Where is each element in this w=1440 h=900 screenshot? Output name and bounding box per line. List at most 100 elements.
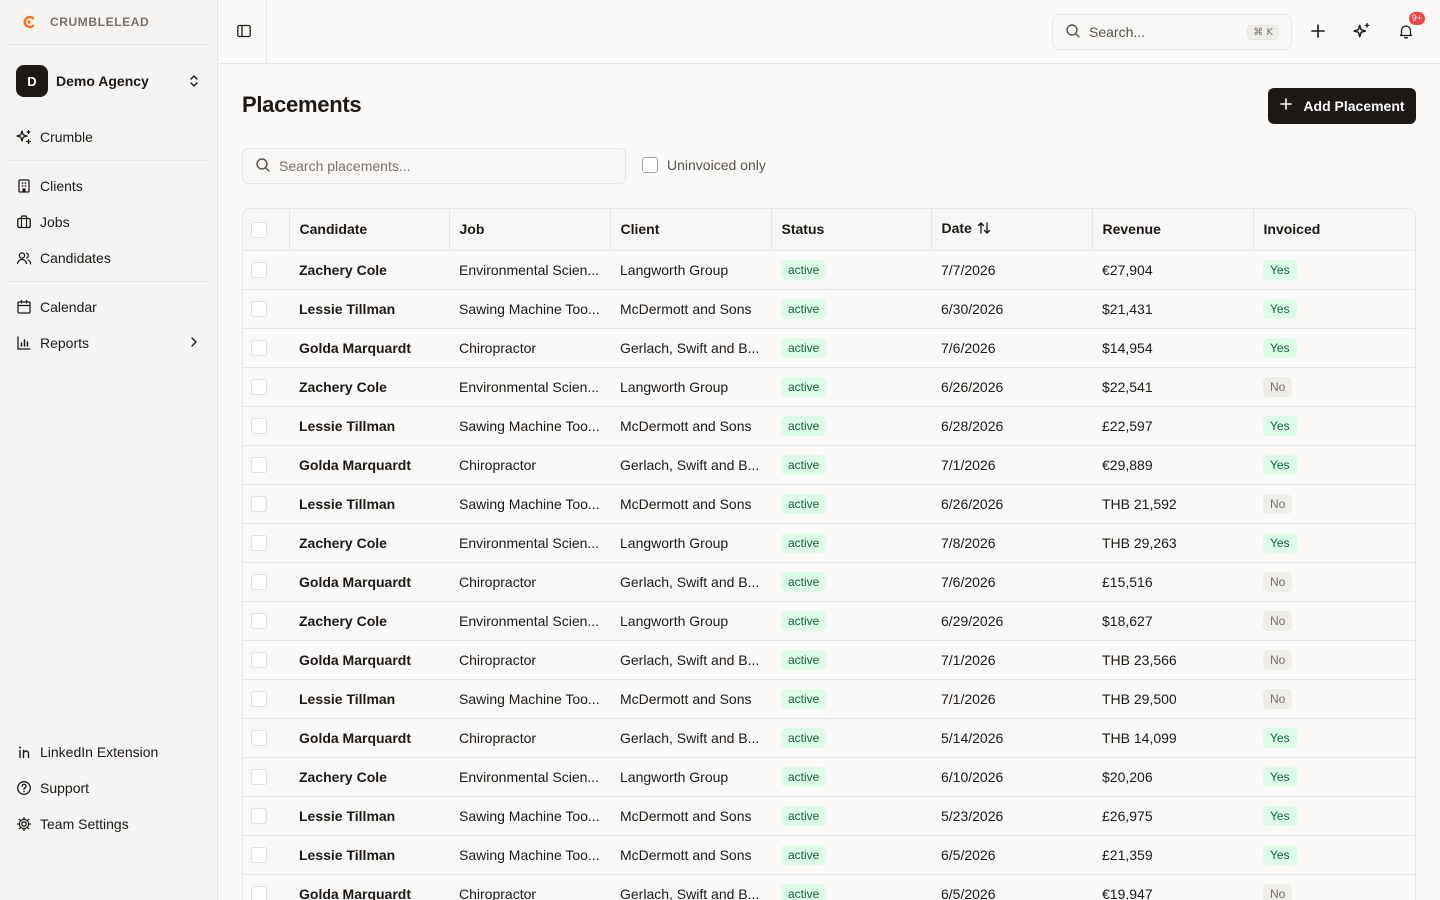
nav-linkedin-extension[interactable]: LinkedIn Extension	[8, 736, 209, 768]
table-row[interactable]: Golda Marquardt Chiropractor Gerlach, Swif…	[243, 445, 1415, 485]
date-cell: 6/30/2026	[931, 289, 1092, 329]
client-cell: Langworth Group	[610, 367, 771, 407]
select-all-checkbox[interactable]	[251, 221, 267, 238]
table-row[interactable]: Zachery Cole Environmental Scien... Langwo…	[243, 757, 1415, 797]
job-cell: Chiropractor	[449, 562, 610, 602]
brand[interactable]: CRUMBLELEAD	[20, 12, 149, 32]
row-checkbox[interactable]	[251, 379, 267, 396]
sidebar-toggle-button[interactable]	[230, 18, 258, 46]
candidate-cell[interactable]: Zachery Cole	[289, 601, 449, 641]
uninvoiced-only-toggle[interactable]: Uninvoiced only	[642, 157, 766, 173]
row-select-cell	[243, 367, 289, 407]
table-row[interactable]: Golda Marquardt Chiropractor Gerlach, Swif…	[243, 640, 1415, 680]
column-header-status[interactable]: Status	[770, 209, 931, 251]
agency-switcher[interactable]: D Demo Agency	[8, 58, 209, 104]
nav-crumble[interactable]: Crumble	[8, 121, 209, 153]
candidate-cell[interactable]: Lessie Tillman	[289, 679, 449, 719]
table-row[interactable]: Zachery Cole Environmental Scien... Langwo…	[243, 250, 1415, 290]
table-row[interactable]: Lessie Tillman Sawing Machine Too... McDer…	[243, 796, 1415, 836]
candidate-cell[interactable]: Golda Marquardt	[289, 640, 449, 680]
revenue-cell: $20,206	[1092, 757, 1253, 797]
candidate-cell[interactable]: Golda Marquardt	[289, 718, 449, 758]
notification-badge: 9+	[1408, 12, 1425, 25]
invoiced-badge: No	[1263, 376, 1293, 397]
table-row[interactable]: Lessie Tillman Sawing Machine Too... McDer…	[243, 679, 1415, 719]
nav-label: Jobs	[40, 214, 70, 230]
column-header-job[interactable]: Job	[448, 209, 610, 251]
row-checkbox[interactable]	[251, 418, 267, 435]
candidate-cell[interactable]: Zachery Cole	[289, 367, 449, 407]
candidate-cell[interactable]: Lessie Tillman	[289, 484, 449, 524]
row-checkbox[interactable]	[251, 847, 267, 864]
column-header-invoiced[interactable]: Invoiced	[1252, 209, 1415, 251]
row-checkbox[interactable]	[251, 301, 267, 318]
status-cell: active	[771, 250, 931, 290]
table-row[interactable]: Zachery Cole Environmental Scien... Langwo…	[243, 367, 1415, 407]
uninvoiced-checkbox[interactable]	[642, 157, 658, 173]
row-checkbox[interactable]	[251, 496, 267, 513]
table-row[interactable]: Golda Marquardt Chiropractor Gerlach, Swif…	[243, 874, 1415, 900]
global-search[interactable]: Search... ⌘ K	[1052, 14, 1292, 50]
table-row[interactable]: Zachery Cole Environmental Scien... Langwo…	[243, 601, 1415, 641]
candidate-cell[interactable]: Lessie Tillman	[289, 835, 449, 875]
candidate-cell[interactable]: Zachery Cole	[289, 757, 449, 797]
nav-support[interactable]: Support	[8, 772, 209, 804]
add-placement-button[interactable]: Add Placement	[1268, 88, 1416, 124]
date-cell: 7/1/2026	[931, 679, 1092, 719]
row-checkbox[interactable]	[251, 457, 267, 474]
nav-calendar[interactable]: Calendar	[8, 291, 209, 323]
column-header-candidate[interactable]: Candidate	[288, 209, 449, 251]
notifications-button[interactable]: 9+	[1392, 12, 1425, 46]
candidate-cell[interactable]: Lessie Tillman	[289, 289, 449, 329]
column-header-revenue[interactable]: Revenue	[1091, 209, 1253, 251]
row-checkbox[interactable]	[251, 808, 267, 825]
nav-candidates[interactable]: Candidates	[8, 242, 209, 274]
ai-assistant-button[interactable]	[1348, 18, 1376, 46]
invoiced-cell: Yes	[1253, 328, 1415, 368]
row-checkbox[interactable]	[251, 535, 267, 552]
create-button[interactable]	[1304, 18, 1332, 46]
status-badge: active	[781, 688, 827, 709]
table-row[interactable]: Zachery Cole Environmental Scien... Langwo…	[243, 523, 1415, 563]
placements-search-input[interactable]	[279, 158, 613, 174]
row-checkbox[interactable]	[251, 262, 267, 279]
candidate-cell[interactable]: Lessie Tillman	[289, 406, 449, 446]
candidate-cell[interactable]: Zachery Cole	[289, 250, 449, 290]
candidate-cell[interactable]: Golda Marquardt	[289, 874, 449, 900]
job-cell: Environmental Scien...	[449, 250, 610, 290]
candidate-cell[interactable]: Golda Marquardt	[289, 445, 449, 485]
column-header-date[interactable]: Date	[930, 209, 1092, 251]
status-badge: active	[781, 454, 827, 475]
row-checkbox[interactable]	[251, 574, 267, 591]
table-row[interactable]: Golda Marquardt Chiropractor Gerlach, Swif…	[243, 328, 1415, 368]
candidate-cell[interactable]: Golda Marquardt	[289, 328, 449, 368]
status-cell: active	[771, 406, 931, 446]
row-checkbox[interactable]	[251, 340, 267, 357]
row-checkbox[interactable]	[251, 886, 267, 900]
nav-team-settings[interactable]: Team Settings	[8, 808, 209, 840]
column-header-client[interactable]: Client	[609, 209, 771, 251]
plus-icon	[1279, 97, 1293, 116]
revenue-cell: £21,359	[1092, 835, 1253, 875]
candidate-cell[interactable]: Lessie Tillman	[289, 796, 449, 836]
candidate-cell[interactable]: Golda Marquardt	[289, 562, 449, 602]
revenue-cell: £15,516	[1092, 562, 1253, 602]
candidate-cell[interactable]: Zachery Cole	[289, 523, 449, 563]
nav-clients[interactable]: Clients	[8, 170, 209, 202]
table-row[interactable]: Lessie Tillman Sawing Machine Too... McDer…	[243, 289, 1415, 329]
nav-reports[interactable]: Reports	[8, 327, 209, 359]
nav-jobs[interactable]: Jobs	[8, 206, 209, 238]
row-checkbox[interactable]	[251, 652, 267, 669]
row-checkbox[interactable]	[251, 769, 267, 786]
table-row[interactable]: Lessie Tillman Sawing Machine Too... McDer…	[243, 406, 1415, 446]
table-row[interactable]: Lessie Tillman Sawing Machine Too... McDer…	[243, 835, 1415, 875]
table-row[interactable]: Golda Marquardt Chiropractor Gerlach, Swif…	[243, 562, 1415, 602]
table-row[interactable]: Golda Marquardt Chiropractor Gerlach, Swif…	[243, 718, 1415, 758]
row-checkbox[interactable]	[251, 691, 267, 708]
status-cell: active	[771, 640, 931, 680]
table-row[interactable]: Lessie Tillman Sawing Machine Too... McDer…	[243, 484, 1415, 524]
row-checkbox[interactable]	[251, 613, 267, 630]
status-badge: active	[781, 493, 827, 514]
row-checkbox[interactable]	[251, 730, 267, 747]
status-badge: active	[781, 805, 827, 826]
